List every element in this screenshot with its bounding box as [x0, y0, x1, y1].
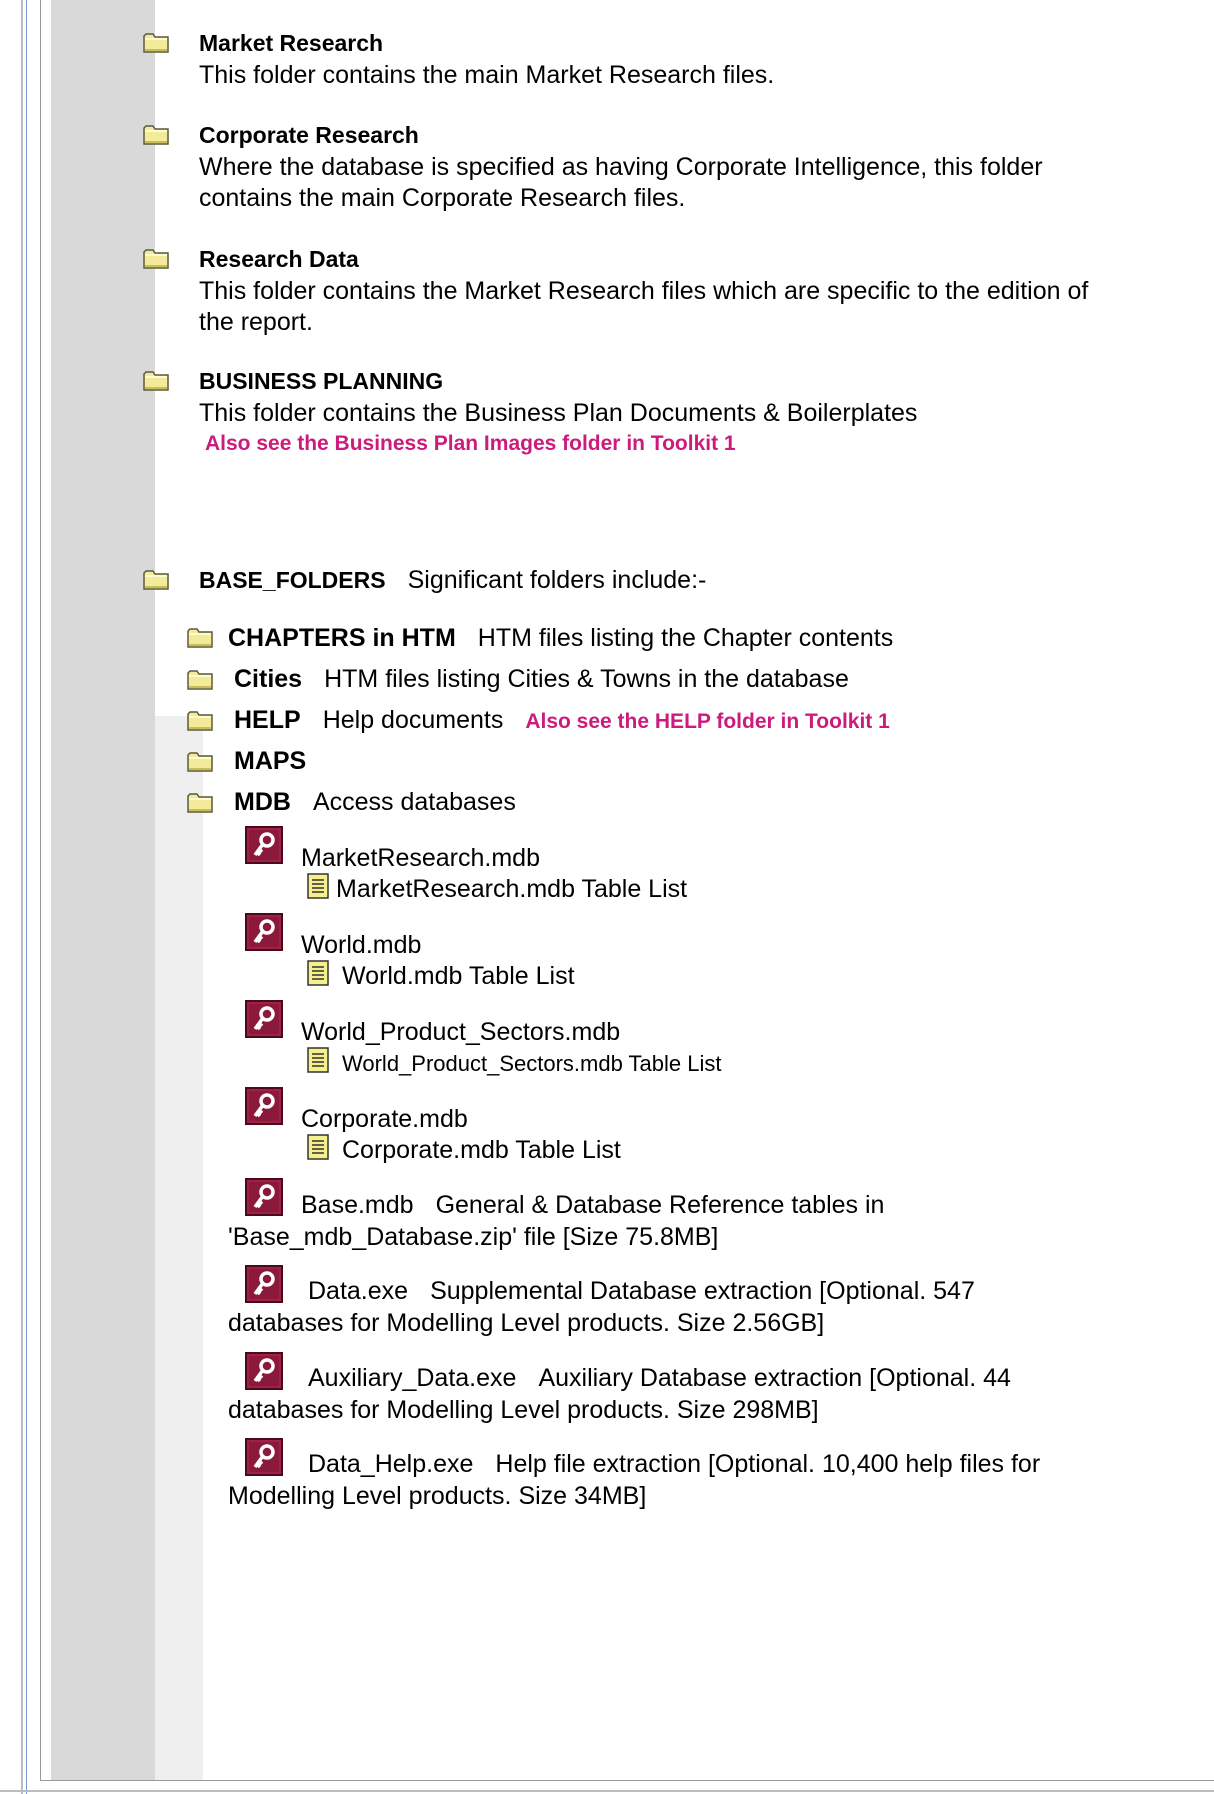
- extraction-base-name[interactable]: Base.mdb: [301, 1191, 414, 1219]
- folder-desc-research-data-line2: the report.: [199, 308, 313, 336]
- subfolder-help-title: HELP: [234, 706, 301, 734]
- db-world-product-sectors-table-list[interactable]: World_Product_Sectors.mdb Table List: [342, 1049, 722, 1079]
- extraction-datahelp-name[interactable]: Data_Help.exe: [308, 1450, 473, 1478]
- folder-icon: [143, 33, 169, 53]
- extraction-data-row: Data.exe Supplemental Database extraction…: [308, 1276, 975, 1306]
- left-gray-column: [51, 0, 155, 1780]
- base-folders-row: BASE_FOLDERS Significant folders include:…: [199, 565, 706, 595]
- access-database-icon: [245, 1000, 283, 1038]
- extraction-auxiliary-desc: Auxiliary Database extraction [Optional.…: [538, 1364, 1011, 1392]
- access-database-icon: [245, 1438, 283, 1476]
- folder-icon: [143, 570, 169, 590]
- folder-icon: [143, 125, 169, 145]
- folder-title-corporate-research: Corporate Research: [199, 122, 419, 148]
- folder-title-research-data: Research Data: [199, 246, 359, 272]
- db-world-table-list[interactable]: World.mdb Table List: [342, 961, 575, 991]
- folder-icon: [143, 371, 169, 391]
- db-world-name[interactable]: World.mdb: [301, 930, 421, 960]
- extraction-data-name[interactable]: Data.exe: [308, 1277, 408, 1305]
- subfolder-mdb-title: MDB: [234, 788, 291, 816]
- extraction-datahelp-row: Data_Help.exe Help file extraction [Optio…: [308, 1449, 1040, 1479]
- subfolder-help-desc: Help documents: [322, 706, 504, 734]
- extraction-data-desc: Supplemental Database extraction [Option…: [430, 1277, 975, 1305]
- folder-icon: [143, 249, 169, 269]
- page-border-left: [21, 0, 23, 1794]
- page-border-bottom: [0, 1790, 1214, 1792]
- folder-desc-business-planning: This folder contains the Business Plan D…: [199, 399, 918, 427]
- folder-title-business-planning: BUSINESS PLANNING: [199, 368, 444, 394]
- access-database-icon: [245, 1178, 283, 1216]
- base-folders-title: BASE_FOLDERS: [199, 567, 386, 593]
- business-plan-note-link[interactable]: Also see the Business Plan Images folder…: [205, 429, 736, 459]
- document-icon: [307, 1047, 329, 1073]
- subfolder-cities-title: Cities: [234, 665, 303, 693]
- folder-icon: [187, 752, 213, 772]
- db-corporate-table-list[interactable]: Corporate.mdb Table List: [342, 1135, 621, 1165]
- extraction-auxiliary-row: Auxiliary_Data.exe Auxiliary Database ext…: [308, 1363, 1011, 1393]
- folder-icon: [187, 711, 213, 731]
- document-icon: [307, 873, 329, 899]
- extraction-base-row: Base.mdb General & Database Reference tab…: [301, 1190, 884, 1220]
- subfolder-maps-title: MAPS: [234, 747, 307, 775]
- db-marketresearch-table-list[interactable]: MarketResearch.mdb Table List: [336, 874, 687, 904]
- access-database-icon: [245, 1087, 283, 1125]
- folder-desc-research-data-line1: This folder contains the Market Research…: [199, 277, 1089, 305]
- folder-desc-corporate-research-line2: contains the main Corporate Research fil…: [199, 184, 686, 212]
- subfolder-chapters-title: CHAPTERS in HTM: [228, 624, 456, 652]
- subfolder-chapters-row: CHAPTERS in HTM HTM files listing the Cha…: [228, 623, 893, 653]
- subfolder-mdb-desc: Access databases: [312, 788, 516, 816]
- subfolder-cities-row: Cities HTM files listing Cities & Towns i…: [234, 664, 849, 694]
- sub-gray-column: [155, 716, 203, 1780]
- page-border-accent: [26, 0, 27, 1794]
- subfolder-help-row: HELP Help documents Also see the HELP fold…: [234, 705, 890, 737]
- extraction-auxiliary-name[interactable]: Auxiliary_Data.exe: [308, 1364, 516, 1392]
- extraction-base-desc-line2: 'Base_mdb_Database.zip' file [Size 75.8M…: [228, 1223, 719, 1251]
- db-marketresearch-name[interactable]: MarketResearch.mdb: [301, 843, 540, 873]
- access-database-icon: [245, 1265, 283, 1303]
- help-note-link[interactable]: Also see the HELP folder in Toolkit 1: [525, 710, 889, 733]
- base-folders-desc: Significant folders include:-: [407, 566, 707, 594]
- folder-desc-corporate-research-line1: Where the database is specified as havin…: [199, 153, 1043, 181]
- access-database-icon: [245, 826, 283, 864]
- extraction-base-desc: General & Database Reference tables in: [435, 1191, 885, 1219]
- db-corporate-name[interactable]: Corporate.mdb: [301, 1104, 468, 1134]
- extraction-datahelp-desc-line2: Modelling Level products. Size 34MB]: [228, 1482, 647, 1510]
- extraction-datahelp-desc: Help file extraction [Optional. 10,400 h…: [495, 1450, 1041, 1478]
- subfolder-chapters-desc: HTM files listing the Chapter contents: [477, 624, 894, 652]
- folder-title-market-research: Market Research: [199, 30, 384, 56]
- document-icon: [307, 1134, 329, 1160]
- access-database-icon: [245, 1352, 283, 1390]
- folder-icon: [187, 670, 213, 690]
- access-database-icon: [245, 913, 283, 951]
- folder-icon: [187, 793, 213, 813]
- extraction-auxiliary-desc-line2: databases for Modelling Level products. …: [228, 1396, 819, 1424]
- subfolder-mdb-row: MDB Access databases: [234, 787, 516, 817]
- extraction-data-desc-line2: databases for Modelling Level products. …: [228, 1309, 825, 1337]
- db-world-product-sectors-name[interactable]: World_Product_Sectors.mdb: [301, 1017, 620, 1047]
- subfolder-cities-desc: HTM files listing Cities & Towns in the …: [324, 665, 849, 693]
- folder-desc-market-research: This folder contains the main Market Res…: [199, 61, 775, 89]
- document-icon: [307, 960, 329, 986]
- folder-icon: [187, 628, 213, 648]
